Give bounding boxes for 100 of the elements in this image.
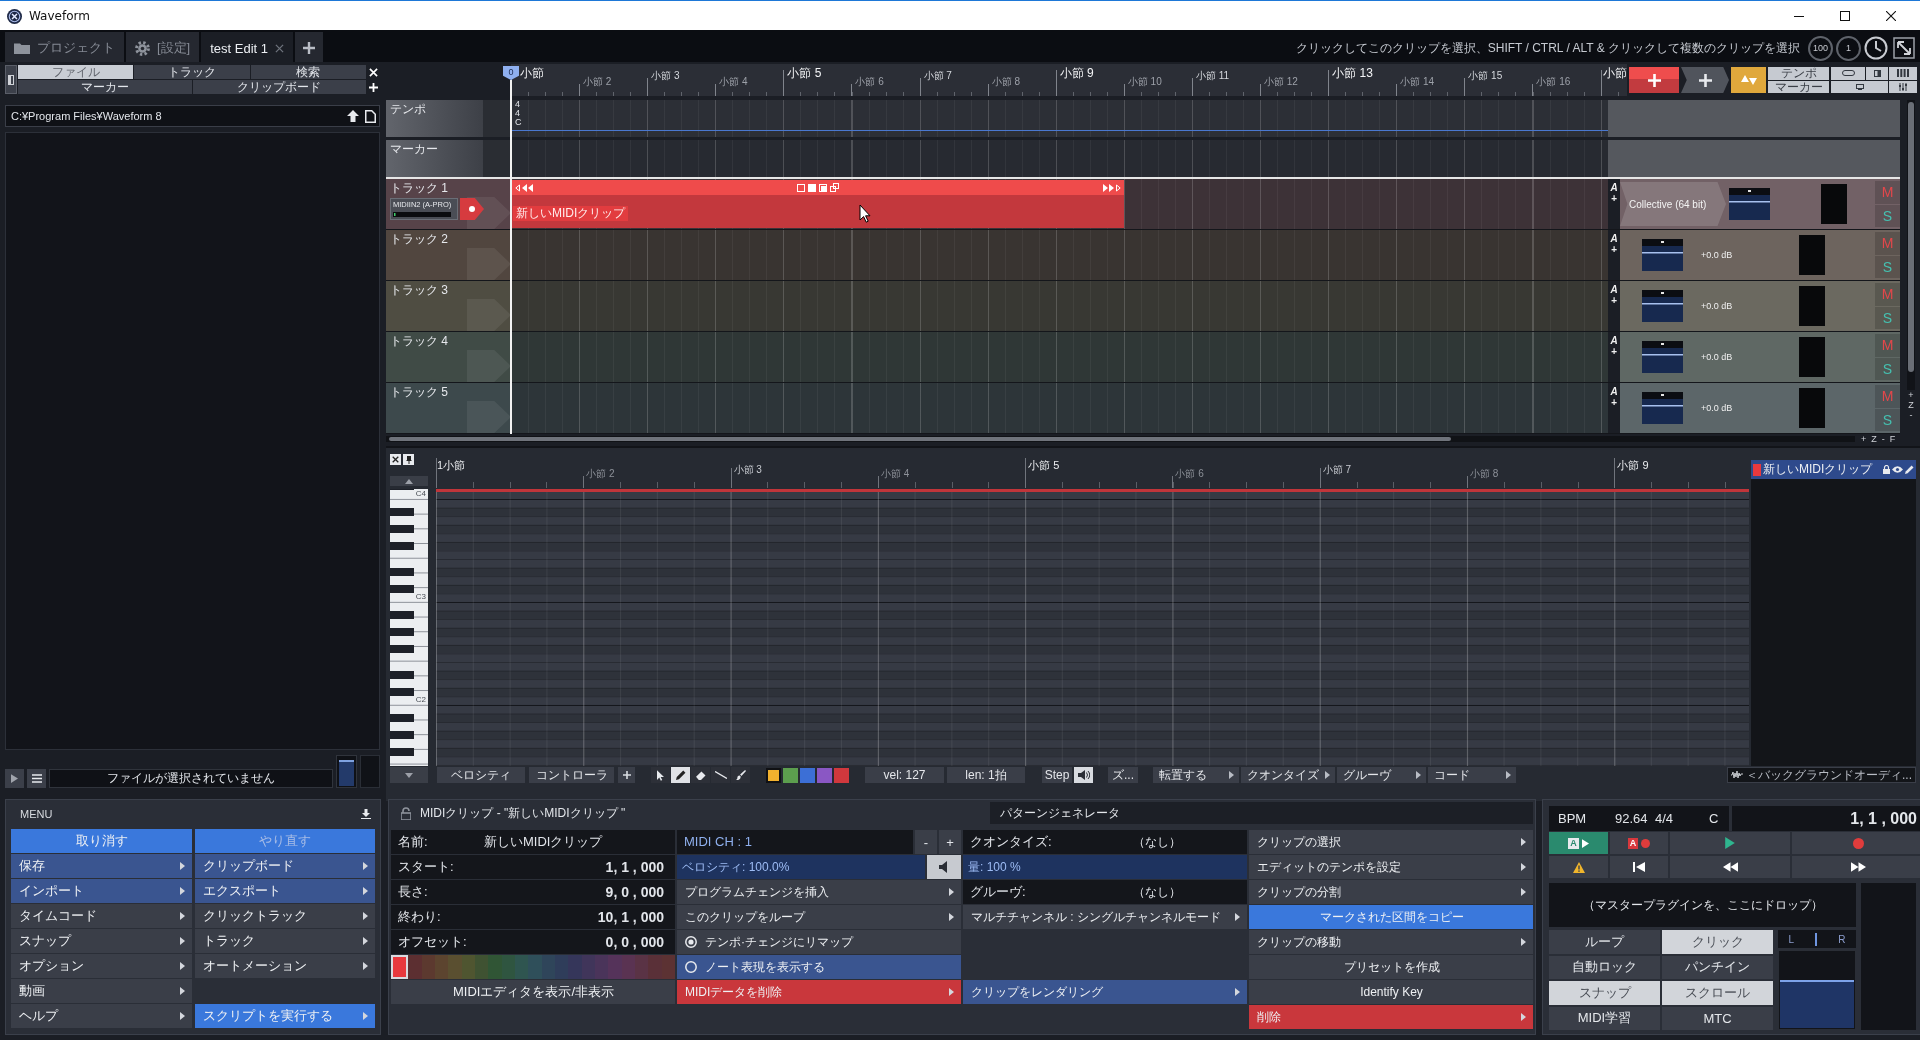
menu-button[interactable]: 動画 (11, 979, 192, 1003)
master-fader[interactable] (1778, 950, 1856, 1030)
scroll-down-button[interactable] (390, 767, 428, 783)
menu-button[interactable]: トラック (194, 929, 375, 953)
menu-button[interactable]: コード (1428, 767, 1516, 783)
menu-button[interactable]: クリップボード (194, 854, 375, 878)
auto-play-button[interactable]: A (1549, 832, 1608, 854)
velocity-lane-button[interactable]: ベロシティ (437, 767, 525, 783)
radio-option[interactable]: テンポ·チェンジにリマップ (677, 930, 961, 954)
add-tab-button[interactable] (367, 80, 380, 94)
fader-icon[interactable] (1642, 392, 1683, 424)
menu-button[interactable]: MIDIデータを削除 (677, 980, 961, 1004)
tab[interactable]: プロジェクト (5, 32, 124, 64)
toolbar-button[interactable] (1831, 67, 1865, 80)
track-header[interactable]: トラック 5 (386, 383, 511, 433)
expand-icon[interactable] (1893, 37, 1915, 59)
color-swatch[interactable] (834, 767, 849, 783)
color-swatch[interactable] (766, 767, 781, 783)
menu-button[interactable]: 取り消す (11, 829, 192, 853)
menu-button[interactable]: クリックトラック (194, 904, 375, 928)
playhead-marker[interactable]: 0 (503, 66, 519, 80)
menu-button[interactable]: オプション (11, 954, 192, 978)
parent-folder-button[interactable] (344, 105, 362, 127)
close-button[interactable] (390, 454, 401, 465)
setting-value[interactable]: （なし） (1133, 880, 1247, 904)
zoom-button[interactable]: Z (1908, 400, 1914, 410)
menu-button[interactable]: インポート (11, 879, 192, 903)
menu-button[interactable]: Identify Key (1249, 980, 1533, 1004)
menu-button[interactable]: クリップの分割 (1249, 880, 1533, 904)
fader-icon[interactable] (1642, 239, 1683, 271)
menu-button[interactable]: クリップの選択 (1249, 830, 1533, 854)
menu-button[interactable]: オートメーション (194, 954, 375, 978)
toggle-button[interactable]: パンチイン (1662, 955, 1773, 979)
browser-tab[interactable]: トラック (134, 65, 250, 79)
skip-to-start-button[interactable] (1610, 856, 1668, 878)
add-plugin-button[interactable]: + (1611, 244, 1617, 255)
toolbar-button[interactable] (1866, 67, 1888, 80)
scrollbar-thumb[interactable] (389, 437, 1451, 441)
menu-button[interactable]: 保存 (11, 854, 192, 878)
menu-button[interactable]: マルチチャンネル : シングルチャンネルモード (963, 905, 1247, 929)
color-swatch[interactable] (783, 767, 798, 783)
menu-button[interactable]: グルーヴ (1337, 767, 1426, 783)
property-value[interactable]: 新しいMIDIクリップ (484, 830, 675, 854)
track-header[interactable]: トラック 2 (386, 230, 511, 280)
color-swatch[interactable] (488, 955, 502, 979)
color-swatch[interactable] (648, 955, 662, 979)
fast-forward-button[interactable] (1792, 856, 1920, 878)
track-header[interactable]: トラック 4 (386, 332, 511, 382)
pin-button[interactable] (403, 454, 414, 465)
property-value[interactable]: 10, 1 , 000 (484, 905, 675, 929)
menu-button[interactable]: エクスポート (194, 879, 375, 903)
marker-button[interactable]: マーカー (1768, 80, 1829, 93)
add-plugin-button[interactable]: + (1611, 397, 1617, 408)
download-button[interactable] (361, 809, 371, 819)
value-slider[interactable]: ベロシティ: 100.0% (677, 855, 925, 879)
zoom-menu-button[interactable]: ズ... (1108, 767, 1138, 783)
lock-icon[interactable] (1883, 465, 1890, 474)
tool-button[interactable] (691, 767, 710, 783)
add-lane-button[interactable] (618, 767, 635, 783)
color-swatch[interactable] (448, 955, 462, 979)
menu-button[interactable]: マークされた区間をコピー (1249, 905, 1533, 929)
browser-tab[interactable]: ファイル (18, 65, 134, 79)
add-button[interactable] (1681, 67, 1729, 93)
step-button[interactable]: Step (1042, 767, 1072, 783)
color-swatch[interactable] (608, 955, 622, 979)
tab[interactable]: [設定] (126, 32, 200, 64)
plugin-slot[interactable]: Collective (64 bit) (1620, 182, 1726, 226)
add-plugin-button[interactable]: + (1611, 346, 1617, 357)
decrement-button[interactable]: - (915, 830, 937, 854)
list-button[interactable] (27, 769, 46, 788)
automation-button[interactable]: A (1610, 284, 1618, 295)
tool-button[interactable] (651, 767, 670, 783)
toggle-button[interactable]: スナップ (1549, 981, 1660, 1005)
menu-button[interactable]: 削除 (1249, 1005, 1533, 1029)
dial-knob[interactable]: 100 (1808, 35, 1833, 61)
menu-button[interactable]: ヘルプ (11, 1004, 192, 1028)
clock-icon[interactable] (1864, 36, 1888, 60)
menu-button[interactable]: クリップの移動 (1249, 930, 1533, 954)
value-slider[interactable]: 量: 100 % (963, 855, 1247, 879)
fader-icon[interactable] (1642, 341, 1683, 373)
zoom-button[interactable]: F (1889, 435, 1896, 443)
channel-field[interactable]: MIDI CH : 1 (677, 830, 913, 854)
zoom-button[interactable]: Z (1871, 435, 1877, 443)
piano-keyboard[interactable]: C4 C3 C2 (390, 489, 428, 766)
tool-button[interactable] (731, 767, 750, 783)
tempo-button[interactable]: テンポ (1768, 67, 1829, 80)
menu-button[interactable]: スクリプトを実行する (194, 1004, 375, 1028)
property-value[interactable]: 0, 0 , 000 (484, 930, 675, 954)
increment-button[interactable]: + (939, 830, 961, 854)
toggle-button[interactable]: スクロール (1662, 981, 1773, 1005)
pencil-icon[interactable] (1905, 465, 1914, 474)
speaker-button[interactable] (927, 855, 961, 879)
editor-toggle-button[interactable]: MIDIエディタを表示/非表示 (391, 980, 675, 1004)
color-swatch[interactable] (800, 767, 815, 783)
automation-button[interactable]: A (1610, 335, 1618, 346)
browse-folder-button[interactable] (362, 105, 380, 127)
new-tab-button[interactable] (295, 32, 324, 64)
menu-button[interactable]: プログラムチェンジを挿入 (677, 880, 961, 904)
menu-button[interactable]: エディットのテンポを設定 (1249, 855, 1533, 879)
eye-icon[interactable] (1892, 466, 1903, 473)
